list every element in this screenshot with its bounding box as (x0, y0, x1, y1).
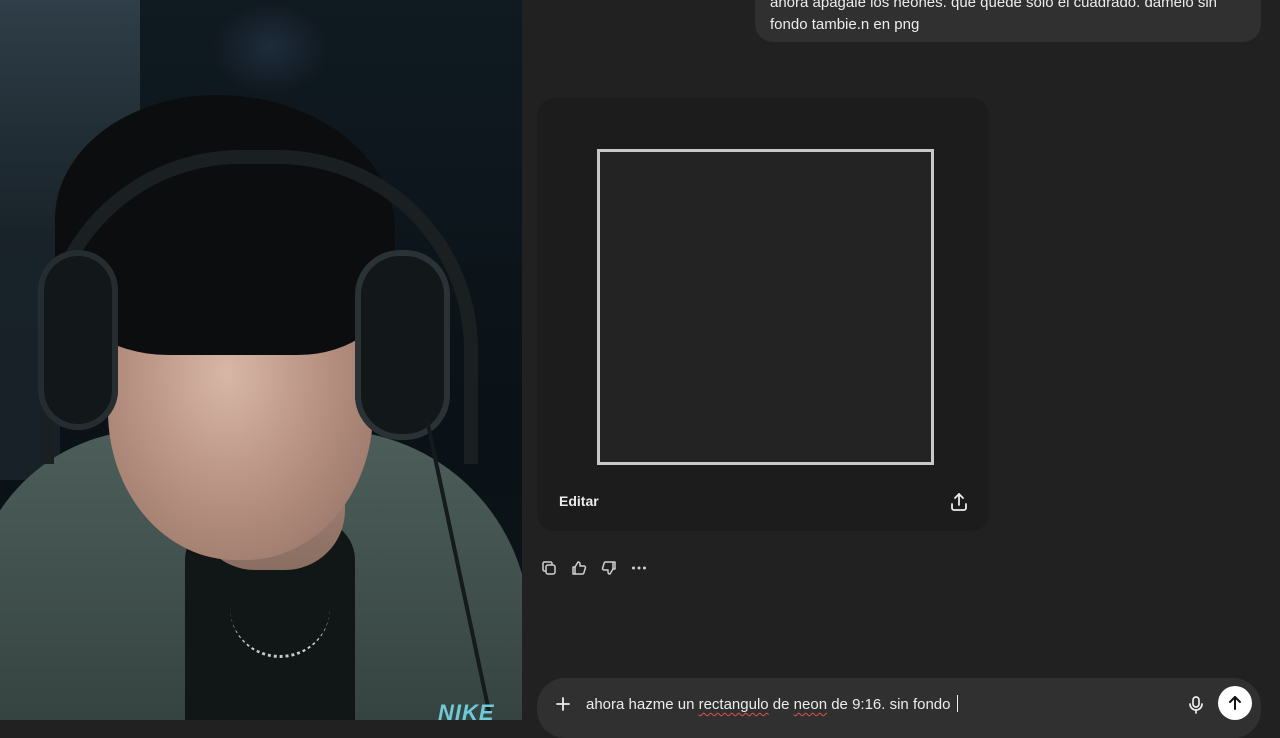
input-text-part: de (768, 696, 794, 713)
copy-icon[interactable] (537, 556, 561, 580)
share-upload-icon[interactable] (948, 491, 970, 513)
input-misspelled-word: rectangulo (698, 696, 769, 713)
message-input[interactable]: ahora hazme un rectangulo de neon de 9:1… (586, 695, 958, 713)
headphones-right-cup (355, 250, 450, 440)
text-caret (956, 695, 958, 712)
more-dots-icon[interactable] (627, 556, 651, 580)
input-text-part: ahora hazme un (586, 696, 699, 713)
message-composer: ahora hazme un rectangulo de neon de 9:1… (537, 678, 1261, 738)
thumbs-up-icon[interactable] (567, 556, 591, 580)
headphones-left-cup (38, 250, 118, 430)
jacket-brand-logo: NIKE (438, 700, 495, 720)
webcam-feed: NIKE (0, 0, 522, 720)
message-action-bar (537, 556, 651, 580)
generated-image-square-outline[interactable] (597, 149, 934, 465)
send-button[interactable] (1218, 686, 1252, 720)
input-text-part: de 9:16. sin fondo (827, 696, 955, 713)
user-message-text: ahora apagale los neones. que quede solo… (770, 0, 1217, 33)
arrow-up-icon (1229, 696, 1241, 710)
edit-image-button[interactable]: Editar (559, 493, 599, 509)
thumbs-down-icon[interactable] (597, 556, 621, 580)
input-misspelled-word: neon (793, 696, 828, 713)
background-figurine (210, 0, 330, 95)
microphone-icon[interactable] (1185, 694, 1207, 716)
user-message-bubble: ahora apagale los neones. que quede solo… (755, 0, 1261, 42)
plus-icon[interactable] (553, 694, 573, 714)
chat-panel: ahora apagale los neones. que quede solo… (522, 0, 1280, 738)
generated-image-card: Editar (537, 98, 989, 531)
